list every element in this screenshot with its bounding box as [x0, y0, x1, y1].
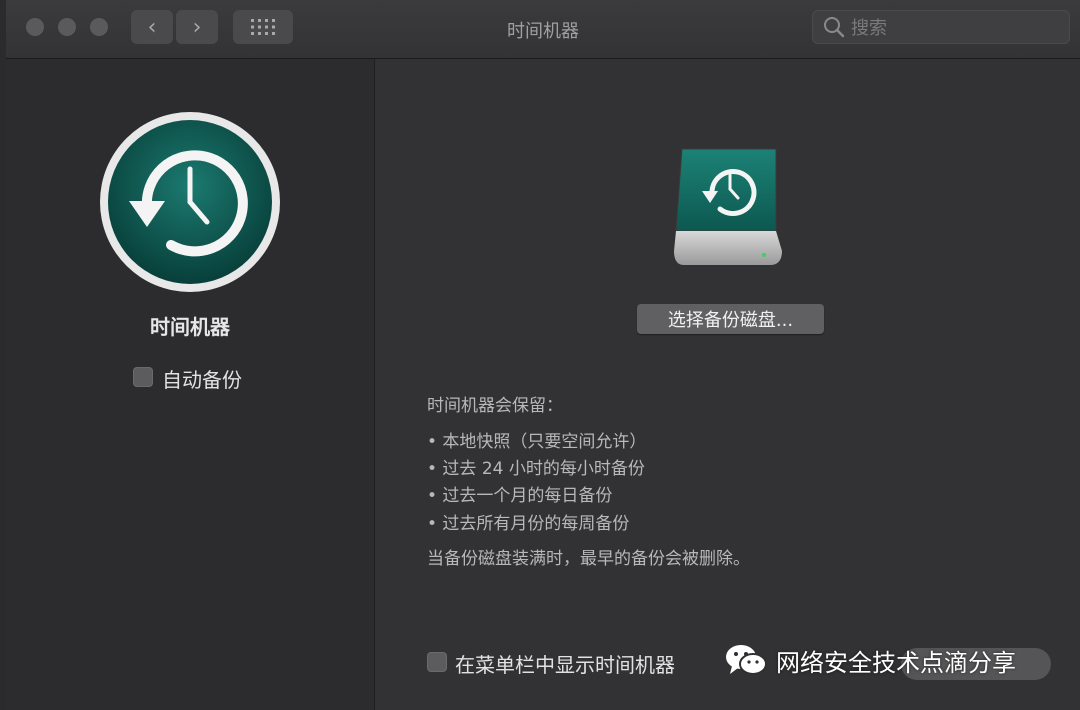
watermark: 网络安全技术点滴分享: [724, 640, 1016, 680]
auto-backup-checkbox[interactable]: [133, 367, 153, 387]
show-in-menubar-label: 在菜单栏中显示时间机器: [455, 653, 675, 677]
keeps-item: • 过去所有月份的每周备份: [427, 514, 630, 534]
wechat-icon: [726, 645, 767, 675]
keeps-item: • 本地快照（只要空间允许）: [427, 432, 647, 452]
preferences-window: ‹ › 时间机器 搜索 时间机器 自动备份 选择备份磁盘... 时间机器会保留：…: [6, 0, 1080, 710]
show-in-menubar-checkbox[interactable]: [427, 652, 447, 672]
main-pane: 选择备份磁盘... 时间机器会保留： • 本地快照（只要空间允许） • 过去 2…: [375, 59, 1080, 710]
search-icon: [824, 17, 845, 38]
time-machine-icon: [100, 112, 280, 292]
title-bar: ‹ › 时间机器 搜索: [6, 0, 1080, 59]
watermark-text: 网络安全技术点滴分享: [776, 648, 1016, 677]
search-placeholder: 搜索: [851, 18, 887, 39]
backup-disk-icon: [674, 148, 782, 265]
select-backup-disk-button[interactable]: 选择备份磁盘...: [637, 304, 824, 334]
search-field[interactable]: 搜索: [812, 10, 1070, 44]
sidebar-pane: 时间机器 自动备份: [6, 59, 375, 710]
app-name-label: 时间机器: [150, 315, 230, 339]
delete-note: 当备份磁盘装满时，最早的备份会被删除。: [427, 549, 750, 569]
keeps-item: • 过去 24 小时的每小时备份: [427, 459, 645, 479]
auto-backup-label: 自动备份: [162, 368, 242, 392]
keeps-item: • 过去一个月的每日备份: [427, 486, 613, 506]
keeps-heading: 时间机器会保留：: [427, 396, 563, 416]
